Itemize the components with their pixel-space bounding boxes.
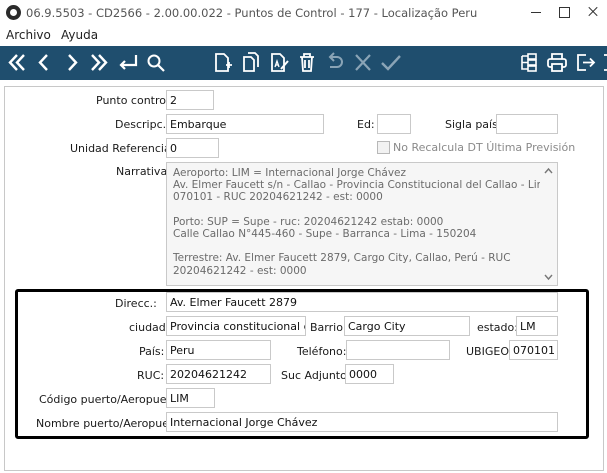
- narrativa-line: [173, 204, 551, 216]
- sigla-pais-label: Sigla país:: [445, 118, 502, 131]
- telefono-input[interactable]: [346, 340, 450, 360]
- codigo-puerto-label: Código puerto/Aeropuert:: [39, 393, 180, 406]
- suc-adjunto-input[interactable]: 0000: [345, 364, 394, 384]
- ubigeo-input[interactable]: 070101: [509, 340, 558, 360]
- no-recalcula-checkbox[interactable]: [377, 141, 390, 154]
- direcc-input[interactable]: Av. Elmer Faucett 2879: [166, 292, 558, 312]
- direcc-label: Direcc.:: [115, 297, 157, 310]
- narrativa-line: Av. Elmer Faucett s/n - Callao - Provinc…: [173, 179, 558, 192]
- cancel-icon[interactable]: [350, 49, 376, 76]
- descripc-input[interactable]: Embarque: [166, 114, 324, 134]
- nombre-puerto-label: Nombre puerto/Aeropuert:: [36, 417, 182, 430]
- return-icon[interactable]: [115, 49, 141, 76]
- app-logo-icon: [6, 5, 21, 20]
- barrio-label: Barrio:: [310, 321, 347, 334]
- nombre-puerto-input[interactable]: Internacional Jorge Chávez: [166, 412, 558, 432]
- delete-icon[interactable]: [294, 49, 320, 76]
- edit-document-icon[interactable]: [266, 49, 292, 76]
- unidad-referencial-input[interactable]: 0: [166, 138, 219, 158]
- copy-document-icon[interactable]: [238, 49, 264, 76]
- toolbar: [0, 46, 607, 80]
- punto-control-label: Punto control:: [96, 94, 173, 107]
- pais-label: País:: [139, 345, 165, 358]
- close-icon[interactable]: [582, 3, 607, 21]
- minimize-icon[interactable]: [526, 3, 548, 21]
- exit-alt-icon[interactable]: [598, 49, 607, 76]
- tree-structure-icon[interactable]: [516, 49, 542, 76]
- print-icon[interactable]: [544, 49, 570, 76]
- ruc-label: RUC:: [137, 369, 165, 382]
- narrativa-line: 070101 - RUC 20204621242 - est: 0000: [173, 191, 383, 204]
- confirm-icon[interactable]: [378, 49, 404, 76]
- codigo-puerto-input[interactable]: LIM: [166, 388, 215, 408]
- pais-input[interactable]: Peru: [166, 340, 271, 360]
- window-title: 06.9.5503 - CD2566 - 2.00.00.022 - Punto…: [26, 6, 478, 20]
- ubigeo-label: UBIGEO:: [466, 345, 513, 358]
- narrativa-label: Narrativa:: [116, 165, 171, 178]
- narrativa-textarea[interactable]: Aeroporto: LIM = Internacional Jorge Chá…: [166, 162, 558, 286]
- title-bar: 06.9.5503 - CD2566 - 2.00.00.022 - Punto…: [0, 0, 607, 26]
- ciudad-label: ciudad:: [129, 321, 170, 334]
- next-record-icon[interactable]: [59, 49, 85, 76]
- ed-label: Ed:: [357, 118, 375, 131]
- menu-ayuda[interactable]: Ayuda: [61, 28, 98, 42]
- menu-archivo[interactable]: Archivo: [6, 28, 51, 42]
- descripc-label: Descripc.:: [115, 118, 170, 131]
- last-record-icon[interactable]: [86, 49, 112, 76]
- ed-input[interactable]: [377, 114, 411, 134]
- new-document-icon[interactable]: [209, 49, 235, 76]
- narrativa-line: Terrestre: Av. Elmer Faucett 2879, Cargo…: [173, 252, 511, 265]
- no-recalcula-label: No Recalcula DT Última Previsión: [393, 141, 576, 154]
- search-icon[interactable]: [143, 49, 169, 76]
- narrativa-scrollbar[interactable]: [540, 163, 557, 285]
- unidad-referencial-label: Unidad Referencial:: [70, 142, 178, 155]
- estado-input[interactable]: LM: [516, 316, 558, 336]
- narrativa-line: [173, 240, 551, 252]
- undo-icon[interactable]: [322, 49, 348, 76]
- suc-adjunto-label: Suc Adjunto:: [281, 369, 351, 382]
- narrativa-line: Calle Callao N°445-460 - Supe - Barranca…: [173, 228, 477, 241]
- narrativa-line: Porto: SUP = Supe - ruc: 20204621242 est…: [173, 215, 444, 228]
- ruc-input[interactable]: 20204621242: [166, 364, 271, 384]
- narrativa-line: Aeroporto: LIM = Internacional Jorge Chá…: [173, 167, 406, 179]
- previous-record-icon[interactable]: [31, 49, 57, 76]
- telefono-label: Teléfono:: [297, 345, 347, 358]
- estado-label: estado:: [477, 321, 518, 334]
- maximize-icon[interactable]: [554, 3, 576, 21]
- barrio-input[interactable]: Cargo City: [344, 316, 470, 336]
- exit-icon[interactable]: [572, 49, 598, 76]
- punto-control-input[interactable]: 2: [166, 90, 214, 110]
- sigla-pais-input[interactable]: [496, 114, 558, 134]
- ciudad-input[interactable]: Provincia constitucional del Callao: [166, 316, 306, 336]
- menu-bar: Archivo Ayuda: [0, 26, 607, 46]
- narrativa-line: 20204621242 - est: 0000: [173, 264, 307, 277]
- first-record-icon[interactable]: [4, 49, 30, 76]
